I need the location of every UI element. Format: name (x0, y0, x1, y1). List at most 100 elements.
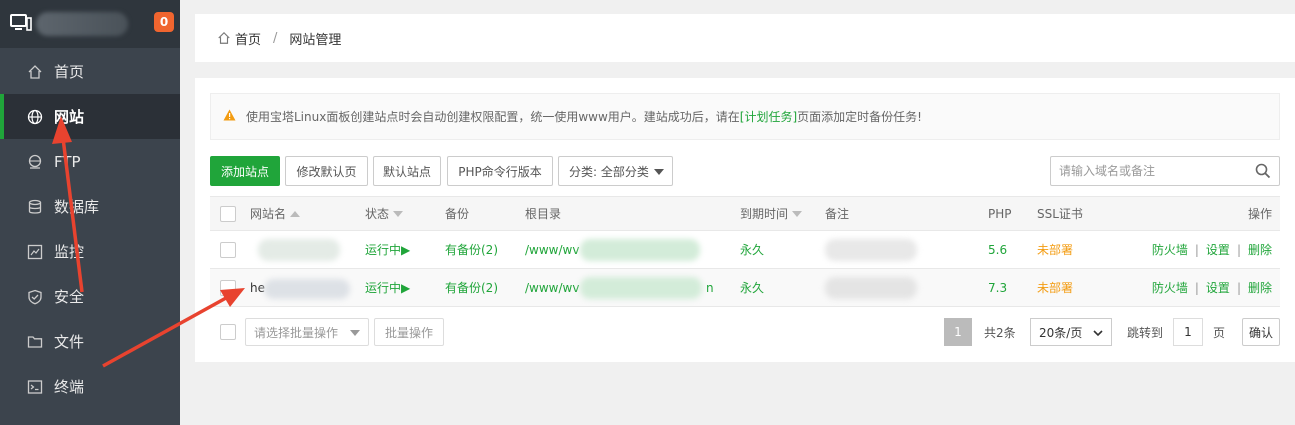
table-row: 运行中▶ 有备份(2) /www/wv 永久 5.6 未部署 防火墙 | 设置 | 删除 (210, 231, 1280, 269)
home-icon (217, 31, 231, 45)
site-note-blurred[interactable] (825, 239, 917, 261)
search-icon[interactable] (1255, 163, 1271, 182)
modify-default-page-button[interactable]: 修改默认页 (285, 156, 368, 186)
delete-link[interactable]: 删除 (1248, 279, 1272, 296)
notification-badge[interactable]: 0 (154, 12, 174, 32)
row-actions: 防火墙 | 设置 | 删除 (1151, 241, 1272, 258)
database-icon (26, 198, 44, 216)
shield-icon (26, 288, 44, 306)
site-name[interactable]: he (250, 269, 265, 306)
site-backup[interactable]: 有备份(2) (445, 231, 498, 268)
breadcrumb-separator: / (273, 30, 278, 46)
goto-page-input[interactable]: 1 (1173, 318, 1203, 346)
sidebar-item-terminal[interactable]: 终端 (0, 364, 180, 409)
footer-select-all-checkbox[interactable] (220, 324, 236, 340)
batch-action-button[interactable]: 批量操作 (374, 318, 444, 346)
sidebar-item-ftp[interactable]: FTP (0, 139, 180, 184)
sidebar-item-label: 监控 (54, 243, 85, 261)
add-site-button[interactable]: 添加站点 (210, 156, 280, 186)
site-status[interactable]: 运行中▶ (365, 269, 410, 306)
chevron-down-icon (1093, 327, 1103, 341)
col-expire-header[interactable]: 到期时间 (740, 197, 803, 230)
sidebar-item-security[interactable]: 安全 (0, 274, 180, 319)
firewall-link[interactable]: 防火墙 (1152, 241, 1188, 258)
table-footer: 请选择批量操作 批量操作 1 共2条 20条/页 跳转到 1 页 确认 (210, 318, 1280, 346)
monitor-chart-icon (26, 243, 44, 261)
toolbar: 添加站点 修改默认页 默认站点 PHP命令行版本 分类: 全部分类 (210, 156, 1280, 186)
site-php-version[interactable]: 5.6 (988, 231, 1007, 268)
site-backup[interactable]: 有备份(2) (445, 269, 498, 306)
globe-icon (26, 108, 44, 126)
batch-action-placeholder: 请选择批量操作 (254, 325, 339, 340)
site-expire[interactable]: 永久 (740, 269, 764, 306)
total-count: 共2条 (984, 325, 1016, 340)
settings-link[interactable]: 设置 (1206, 279, 1230, 296)
col-status-header[interactable]: 状态 (365, 197, 404, 230)
caret-down-icon (350, 330, 360, 336)
delete-link[interactable]: 删除 (1248, 241, 1272, 258)
sidebar-item-label: 网站 (54, 108, 85, 126)
php-cli-version-button[interactable]: PHP命令行版本 (447, 156, 553, 186)
table-row: he 运行中▶ 有备份(2) /www/wv n 永久 7.3 未部署 防火墙 |… (210, 269, 1280, 307)
col-ssl-header: SSL证书 (1037, 207, 1083, 221)
sidebar-item-label: 文件 (54, 333, 85, 351)
site-name-blurred[interactable] (258, 239, 340, 261)
goto-label: 跳转到 (1127, 325, 1164, 340)
sidebar-item-website[interactable]: 网站 (0, 94, 180, 139)
sidebar-item-label: 终端 (54, 378, 85, 396)
sidebar-item-home[interactable]: 首页 (0, 49, 180, 94)
firewall-link[interactable]: 防火墙 (1152, 279, 1188, 296)
col-ops-header: 操作 (1247, 207, 1272, 221)
notice-text: 使用宝塔Linux面板创建站点时会自动创建权限配置，统一使用www用户。建站成功… (246, 110, 740, 124)
col-php-header: PHP (988, 206, 1012, 221)
default-site-button[interactable]: 默认站点 (373, 156, 441, 186)
sidebar-item-monitor[interactable]: 监控 (0, 229, 180, 274)
server-monitor-icon (10, 14, 32, 32)
breadcrumb: 首页 / 网站管理 (195, 14, 1295, 62)
sidebar-item-database[interactable]: 数据库 (0, 184, 180, 229)
site-root-path-tail: n (706, 280, 714, 295)
site-root-path[interactable]: /www/wv (525, 231, 579, 268)
breadcrumb-home-link[interactable]: 首页 (235, 29, 261, 48)
home-icon (26, 63, 44, 81)
search-input[interactable] (1051, 157, 1246, 185)
cron-task-link[interactable]: [计划任务] (740, 108, 797, 125)
row-checkbox[interactable] (220, 241, 236, 258)
notice-bar: 使用宝塔Linux面板创建站点时会自动创建权限配置，统一使用www用户。建站成功… (210, 93, 1280, 140)
page-size-select[interactable]: 20条/页 (1030, 318, 1112, 346)
sidebar-item-label: 安全 (54, 288, 85, 306)
category-select-value: 分类: 全部分类 (569, 164, 649, 179)
site-ssl-status[interactable]: 未部署 (1037, 231, 1073, 268)
notice-text-suffix: 页面添加定时备份任务! (797, 110, 922, 124)
category-select[interactable]: 分类: 全部分类 (558, 156, 673, 186)
sidebar-item-label: 数据库 (54, 198, 100, 216)
sidebar-item-label: FTP (54, 152, 81, 171)
site-root-path[interactable]: /www/wv (525, 269, 579, 306)
site-table: 网站名 状态 备份 根目录 到期时间 备注 PHP SSL证书 操作 运行中▶ … (210, 196, 1280, 307)
site-php-version[interactable]: 7.3 (988, 269, 1007, 306)
site-status[interactable]: 运行中▶ (365, 231, 410, 268)
site-ssl-status[interactable]: 未部署 (1037, 269, 1073, 306)
select-all-checkbox[interactable] (220, 205, 236, 222)
current-page[interactable]: 1 (944, 318, 972, 346)
sidebar-item-files[interactable]: 文件 (0, 319, 180, 364)
col-name-header[interactable]: 网站名 (250, 197, 301, 230)
row-actions: 防火墙 | 设置 | 删除 (1151, 279, 1272, 296)
col-backup-header: 备份 (445, 207, 470, 221)
sidebar-nav: 首页 网站 FTP 数据库 监控 安全 文件 终端 (0, 49, 180, 409)
sidebar-item-label: 首页 (54, 63, 85, 81)
ftp-globe-icon (26, 153, 44, 171)
col-root-header: 根目录 (525, 207, 562, 221)
settings-link[interactable]: 设置 (1206, 241, 1230, 258)
row-checkbox[interactable] (220, 279, 236, 296)
breadcrumb-current: 网站管理 (289, 32, 342, 48)
caret-down-icon (654, 169, 664, 175)
site-expire[interactable]: 永久 (740, 231, 764, 268)
site-note-blurred[interactable] (825, 277, 917, 299)
batch-action-select[interactable]: 请选择批量操作 (245, 318, 369, 346)
page-unit-label: 页 (1213, 325, 1226, 340)
sidebar-header: 0 (0, 0, 180, 48)
website-panel: 使用宝塔Linux面板创建站点时会自动创建权限配置，统一使用www用户。建站成功… (195, 78, 1295, 362)
sort-up-icon (290, 210, 301, 217)
goto-confirm-button[interactable]: 确认 (1242, 318, 1280, 346)
